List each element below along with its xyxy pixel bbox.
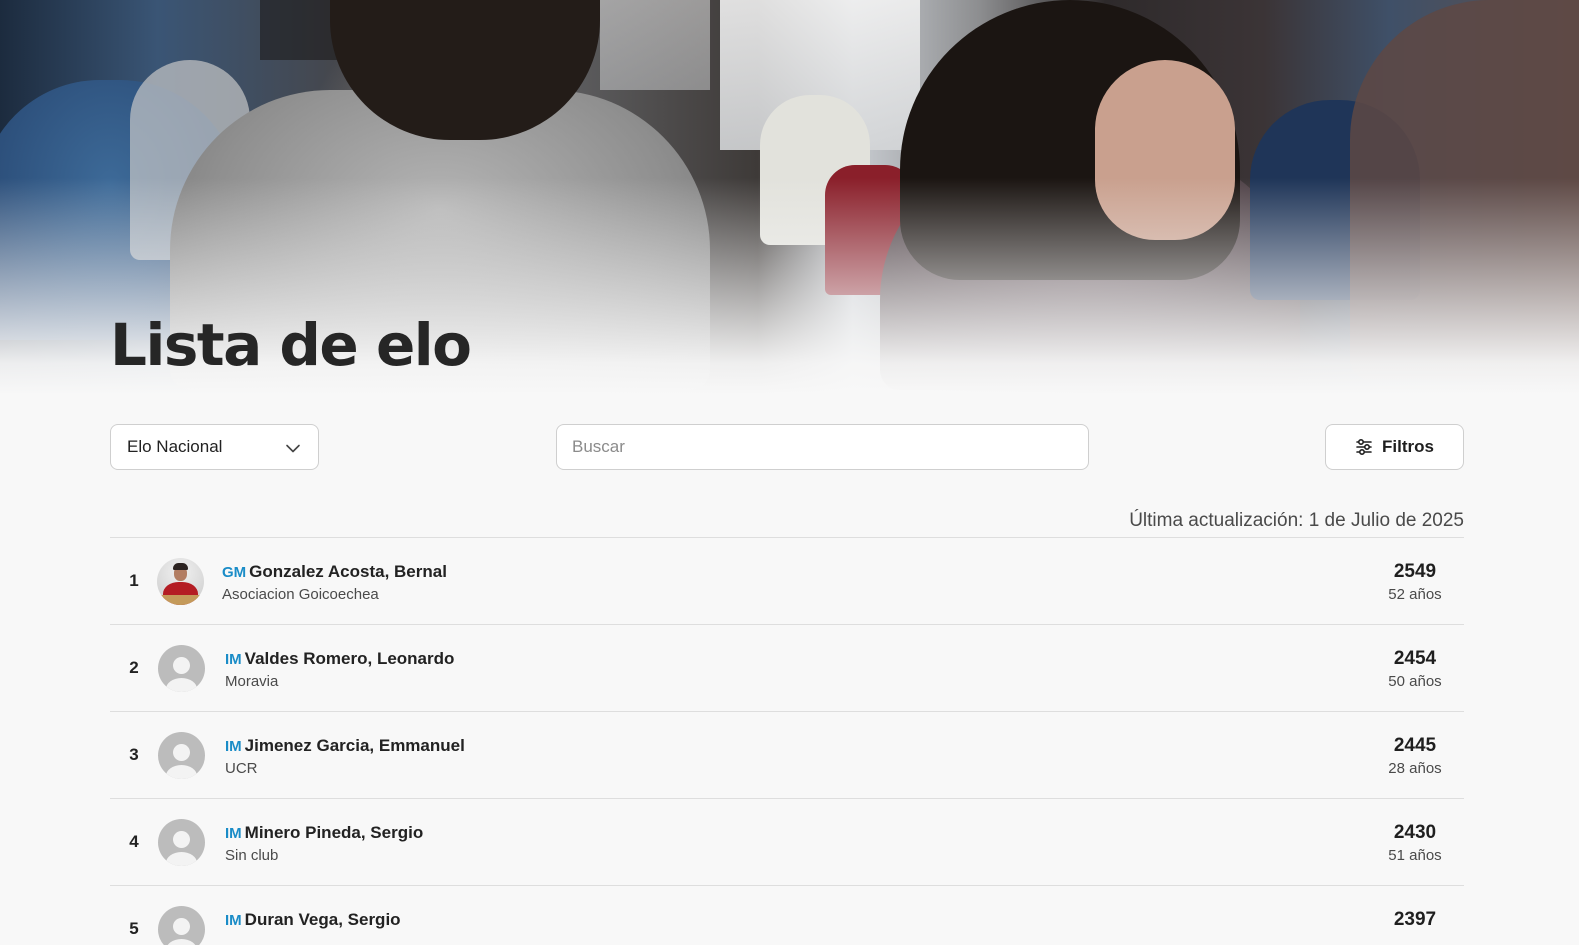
- player-club: Asociacion Goicoechea: [222, 586, 379, 603]
- player-age: 28 años: [1388, 760, 1442, 777]
- player-avatar: [157, 558, 204, 605]
- player-name: Valdes Romero, Leonardo: [244, 649, 455, 668]
- rating-type-selected-value: Elo Nacional: [127, 437, 223, 456]
- last-updated-text: Última actualización: 1 de Julio de 2025: [1129, 510, 1464, 531]
- player-club: Sin club: [225, 847, 279, 864]
- player-rating: 2549: [1393, 561, 1437, 582]
- player-title-badge: IM: [225, 651, 242, 668]
- user-placeholder-icon: [158, 819, 205, 866]
- player-row[interactable]: 4 IM Minero Pineda, Sergio Sin club 2430 …: [110, 798, 1464, 885]
- player-title-badge: IM: [225, 825, 242, 842]
- player-title-badge: IM: [225, 738, 242, 755]
- user-placeholder-icon: [158, 732, 205, 779]
- page-title: Lista de elo: [110, 311, 472, 379]
- player-name-line[interactable]: IM Minero Pineda, Sergio: [225, 823, 423, 843]
- player-name: Jimenez Garcia, Emmanuel: [244, 736, 465, 755]
- player-name-line[interactable]: IM Jimenez Garcia, Emmanuel: [225, 736, 465, 756]
- search-input[interactable]: [556, 424, 1089, 470]
- filters-button-label: Filtros: [1382, 437, 1434, 456]
- player-row[interactable]: 2 IM Valdes Romero, Leonardo Moravia 2454…: [110, 624, 1464, 711]
- rating-type-select[interactable]: Elo Nacional: [110, 424, 319, 470]
- player-title-badge: IM: [225, 912, 242, 929]
- player-age: 51 años: [1388, 847, 1442, 864]
- player-rating: 2445: [1393, 735, 1437, 756]
- player-name-line[interactable]: IM Duran Vega, Sergio: [225, 910, 401, 930]
- player-rank: 4: [129, 832, 139, 851]
- player-name: Gonzalez Acosta, Bernal: [249, 562, 447, 581]
- elo-list-page: Lista de elo Elo Nacional Filtros Última…: [0, 0, 1579, 945]
- player-rank: 5: [129, 919, 139, 938]
- player-rating: 2397: [1393, 909, 1437, 930]
- player-name-line[interactable]: IM Valdes Romero, Leonardo: [225, 649, 454, 669]
- player-age: 50 años: [1388, 673, 1442, 690]
- user-placeholder-icon: [158, 645, 205, 692]
- player-row[interactable]: 5 IM Duran Vega, Sergio 2397: [110, 885, 1464, 945]
- player-rank: 2: [129, 658, 139, 677]
- player-name-line[interactable]: GM Gonzalez Acosta, Bernal: [222, 562, 447, 582]
- filters-button[interactable]: Filtros: [1325, 424, 1464, 470]
- player-name: Minero Pineda, Sergio: [244, 823, 424, 842]
- player-row[interactable]: 3 IM Jimenez Garcia, Emmanuel UCR 2445 28…: [110, 711, 1464, 798]
- player-name: Duran Vega, Sergio: [244, 910, 401, 929]
- user-placeholder-icon: [158, 906, 205, 945]
- player-list: 1 GM Gonzalez Acosta, Bernal Asociacion G…: [110, 537, 1464, 945]
- player-rank: 3: [129, 745, 139, 764]
- player-rating: 2454: [1393, 648, 1437, 669]
- player-row[interactable]: 1 GM Gonzalez Acosta, Bernal Asociacion G…: [110, 537, 1464, 624]
- sliders-icon: [1356, 438, 1372, 456]
- player-club: Moravia: [225, 673, 279, 690]
- player-age: 52 años: [1388, 586, 1442, 603]
- player-title-badge: GM: [222, 564, 247, 581]
- player-rank: 1: [129, 571, 139, 590]
- chevron-down-icon: [286, 444, 300, 453]
- player-rating: 2430: [1393, 822, 1437, 843]
- player-club: UCR: [225, 760, 258, 777]
